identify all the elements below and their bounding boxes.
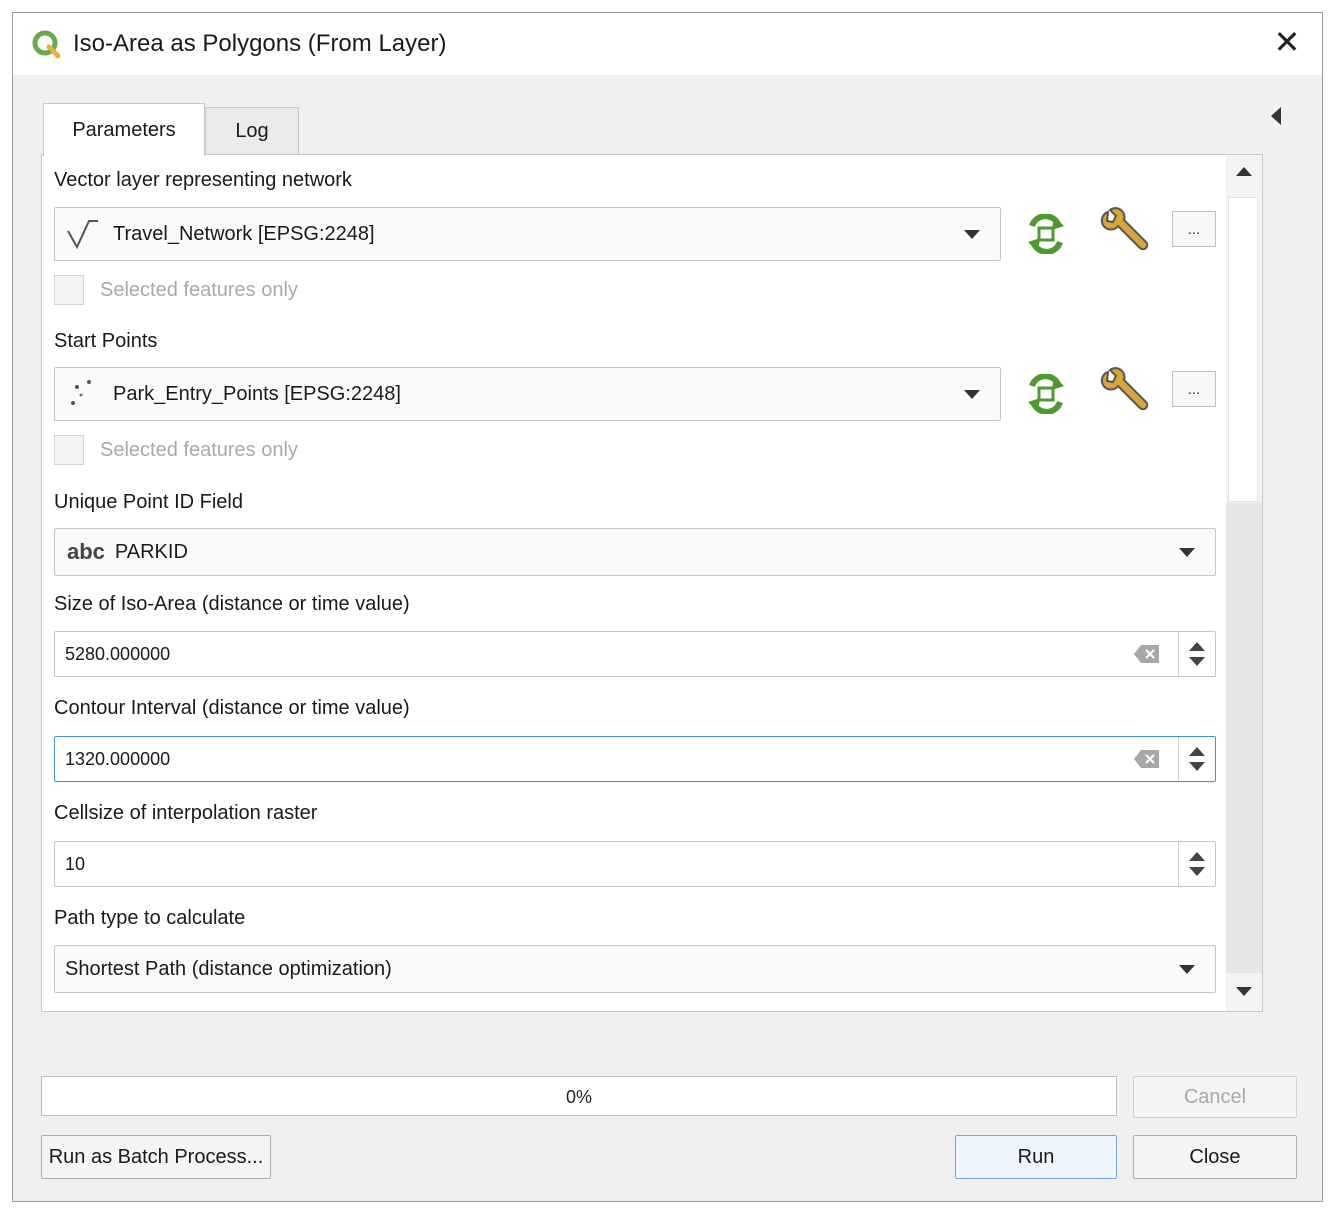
cellsize-field[interactable] — [54, 841, 1216, 887]
start-points-label: Start Points — [54, 330, 158, 352]
run-as-batch-button[interactable]: Run as Batch Process... — [41, 1135, 271, 1179]
cancel-button[interactable]: Cancel — [1133, 1076, 1297, 1118]
start-points-value: Park_Entry_Points [EPSG:2248] — [113, 382, 401, 405]
scroll-up-icon[interactable] — [1236, 167, 1252, 176]
spin-up-icon[interactable] — [1189, 642, 1205, 651]
spin-down-icon[interactable] — [1189, 657, 1205, 666]
path-type-label: Path type to calculate — [54, 907, 246, 929]
start-points-combo[interactable]: Park_Entry_Points [EPSG:2248] — [54, 367, 1001, 421]
iterate-icon — [1028, 214, 1064, 254]
title-bar: Iso-Area as Polygons (From Layer) ✕ — [13, 13, 1322, 75]
network-more-button[interactable]: ... — [1172, 211, 1216, 247]
qgis-logo-icon — [32, 30, 61, 59]
dialog-title: Iso-Area as Polygons (From Layer) — [73, 30, 447, 57]
run-button[interactable]: Run — [955, 1135, 1117, 1179]
network-selected-only-row: Selected features only — [54, 275, 298, 305]
iso-size-label: Size of Iso-Area (distance or time value… — [54, 593, 410, 615]
scroll-down-icon[interactable] — [1236, 987, 1252, 996]
iso-size-input[interactable] — [55, 632, 1115, 676]
chevron-down-icon — [964, 390, 980, 399]
close-window-button[interactable]: ✕ — [1270, 25, 1304, 59]
start-points-selected-only-row: Selected features only — [54, 435, 298, 465]
cellsize-label: Cellsize of interpolation raster — [54, 802, 318, 824]
iterate-icon — [1028, 374, 1064, 414]
wrench-icon — [1100, 367, 1149, 411]
iso-size-field[interactable] — [54, 631, 1216, 677]
start-points-advanced-button[interactable] — [1098, 365, 1154, 419]
start-points-selected-only-label: Selected features only — [100, 438, 298, 461]
network-layer-value: Travel_Network [EPSG:2248] — [113, 222, 375, 245]
progress-bar: 0% — [41, 1076, 1117, 1116]
start-points-more-button[interactable]: ... — [1172, 371, 1216, 407]
iterate-over-start-points-button[interactable] — [1018, 367, 1074, 421]
string-field-icon: abc — [67, 539, 105, 564]
collapse-panel-arrow-icon[interactable] — [1269, 105, 1283, 127]
wrench-icon — [1100, 207, 1149, 251]
path-type-value: Shortest Path (distance optimization) — [65, 957, 392, 980]
close-button[interactable]: Close — [1133, 1135, 1297, 1179]
spin-down-icon[interactable] — [1189, 867, 1205, 876]
line-layer-icon — [67, 220, 98, 250]
chevron-down-icon — [964, 230, 980, 239]
parameters-panel: Vector layer representing network Travel… — [41, 154, 1263, 1012]
tab-log[interactable]: Log — [205, 107, 299, 155]
network-layer-label: Vector layer representing network — [54, 169, 352, 191]
contour-interval-field[interactable] — [54, 736, 1216, 782]
spin-up-icon[interactable] — [1189, 852, 1205, 861]
advanced-options-button[interactable] — [1098, 205, 1154, 259]
path-type-combo[interactable]: Shortest Path (distance optimization) — [54, 945, 1216, 993]
scrollbar-thumb[interactable] — [1228, 197, 1258, 502]
spin-up-icon[interactable] — [1189, 747, 1205, 756]
id-field-combo[interactable]: abc PARKID — [54, 528, 1216, 576]
network-selected-only-label: Selected features only — [100, 278, 298, 301]
tab-parameters[interactable]: Parameters — [43, 103, 205, 156]
spin-down-icon[interactable] — [1189, 762, 1205, 771]
start-points-selected-only-checkbox[interactable] — [54, 435, 84, 465]
contour-interval-label: Contour Interval (distance or time value… — [54, 697, 410, 719]
network-layer-combo[interactable]: Travel_Network [EPSG:2248] — [54, 207, 1001, 261]
iterate-over-layer-button[interactable] — [1018, 207, 1074, 261]
cellsize-spinner[interactable] — [1178, 842, 1215, 886]
network-selected-only-checkbox[interactable] — [54, 275, 84, 305]
iso-size-spinner[interactable] — [1178, 632, 1215, 676]
parameters-scrollbar[interactable] — [1226, 155, 1262, 1011]
progress-text: 0% — [565, 1087, 592, 1107]
chevron-down-icon — [1179, 965, 1195, 974]
contour-interval-spinner[interactable] — [1178, 737, 1215, 781]
clear-icon[interactable] — [1133, 643, 1161, 665]
dialog-window: Iso-Area as Polygons (From Layer) ✕ Para… — [12, 12, 1323, 1202]
id-field-label: Unique Point ID Field — [54, 491, 243, 513]
scrollbar-track[interactable] — [1226, 503, 1262, 973]
id-field-value: PARKID — [114, 540, 188, 563]
cellsize-input[interactable] — [55, 842, 1165, 886]
clear-icon[interactable] — [1133, 748, 1161, 770]
chevron-down-icon — [1179, 548, 1195, 557]
point-layer-icon — [71, 380, 91, 405]
contour-interval-input[interactable] — [55, 737, 1115, 781]
